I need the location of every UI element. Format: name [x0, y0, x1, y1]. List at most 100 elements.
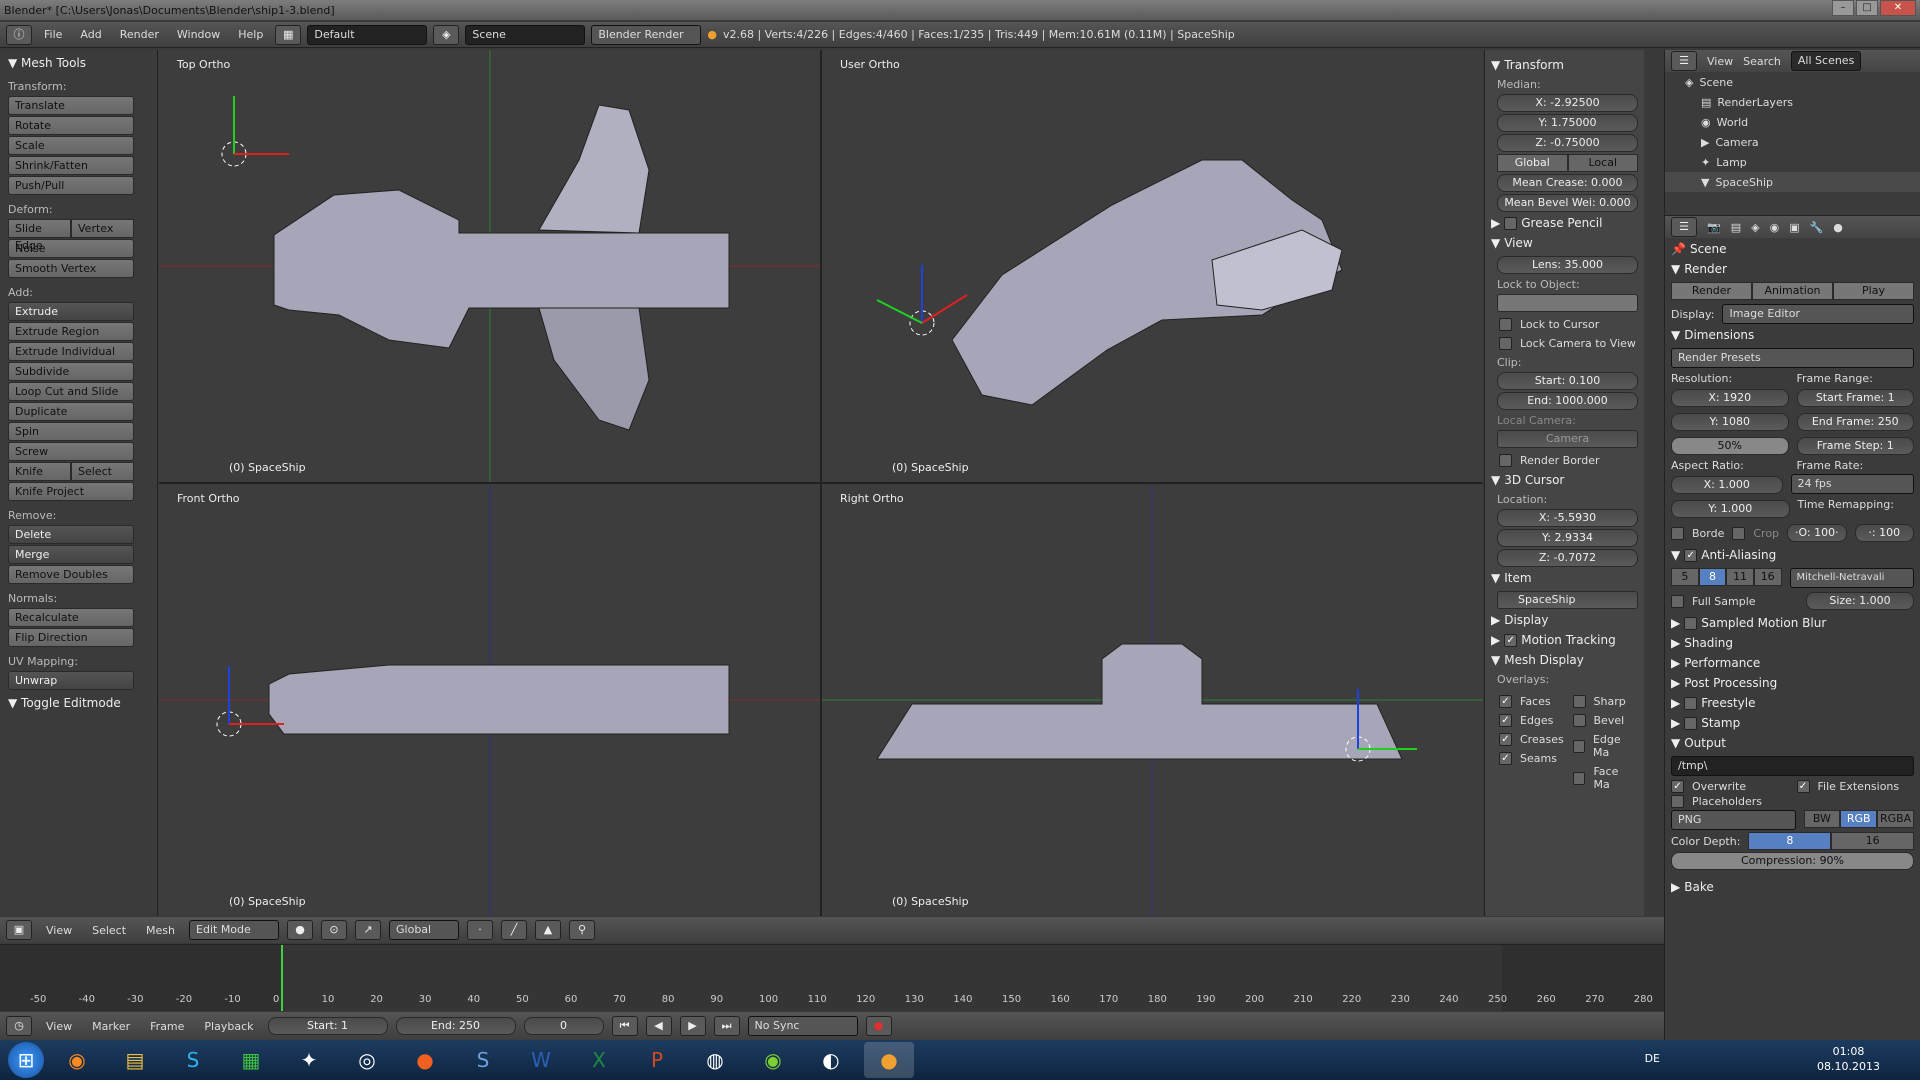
bake-header[interactable]: ▶ Bake [1671, 880, 1914, 894]
outliner-item-lamp[interactable]: ✦ Lamp [1665, 152, 1920, 172]
placeholders-checkbox[interactable] [1671, 795, 1684, 808]
game-icon[interactable]: ✦ [284, 1042, 334, 1078]
mean-crease-field[interactable]: Mean Crease: 0.000 [1497, 174, 1638, 192]
timeline-view-menu[interactable]: View [40, 1020, 78, 1033]
view3d-type-icon[interactable]: ▣ [6, 920, 32, 940]
clip-start-field[interactable]: Start: 0.100 [1497, 372, 1638, 390]
spin-button[interactable]: Spin [8, 422, 134, 441]
local-camera-field[interactable]: Camera [1497, 430, 1638, 448]
bevel-checkbox[interactable] [1572, 714, 1586, 727]
manipulator-icon[interactable]: ↗ [355, 920, 382, 940]
bw-toggle[interactable]: BW [1803, 810, 1841, 828]
minimize-icon[interactable]: – [1832, 0, 1854, 16]
toggle-editmode-panel[interactable]: ▼ Toggle Editmode [8, 696, 153, 710]
view-menu[interactable]: View [40, 924, 78, 937]
end-frame-field[interactable]: End Frame: 250 [1796, 413, 1914, 431]
lens-field[interactable]: Lens: 35.000 [1497, 256, 1638, 274]
3d-cursor-header[interactable]: ▼ 3D Cursor [1491, 473, 1638, 487]
output-header[interactable]: ▼ Output [1671, 736, 1914, 750]
material-tab-icon[interactable]: ● [1833, 221, 1843, 234]
frame-menu[interactable]: Frame [144, 1020, 190, 1033]
dimensions-panel-header[interactable]: ▼ Dimensions [1671, 328, 1914, 342]
motion-tracking-checkbox[interactable]: ✓ [1504, 633, 1518, 647]
transform-panel-header[interactable]: ▼ Transform [1491, 58, 1638, 72]
scene-tab-icon[interactable]: ◈ [1751, 221, 1759, 234]
cursor-x-field[interactable]: X: -5.5930 [1497, 509, 1638, 527]
maximize-icon[interactable]: □ [1856, 0, 1878, 16]
lock-object-field[interactable] [1497, 294, 1638, 312]
mesh-tools-header[interactable]: ▼ Mesh Tools [8, 56, 153, 70]
frame-rate-select[interactable]: 24 fps [1790, 474, 1914, 494]
edge-select-icon[interactable]: ╱ [501, 920, 528, 940]
noise-button[interactable]: Noise [8, 239, 134, 258]
extrude-individual-button[interactable]: Extrude Individual [8, 342, 134, 361]
word-icon[interactable]: W [516, 1042, 566, 1078]
median-x-field[interactable]: X: -2.92500 [1497, 94, 1638, 112]
render-tab-icon[interactable]: 📷 [1707, 221, 1721, 234]
mean-bevel-field[interactable]: Mean Bevel Wei: 0.000 [1497, 194, 1638, 212]
motion-blur-checkbox[interactable] [1684, 616, 1698, 630]
close-icon[interactable]: ✕ [1880, 0, 1916, 16]
end-frame-field[interactable]: End: 250 [395, 1017, 516, 1035]
resolution-percent-slider[interactable]: 50% [1671, 437, 1789, 455]
output-path-field[interactable]: /tmp\ [1671, 756, 1914, 776]
post-processing-header[interactable]: ▶ Post Processing [1671, 676, 1914, 690]
recalculate-button[interactable]: Recalculate [8, 608, 134, 627]
aa-8-toggle[interactable]: 8 [1698, 568, 1727, 586]
browser-icon[interactable]: ◍ [690, 1042, 740, 1078]
extrude-dropdown[interactable]: Extrude [8, 302, 134, 321]
menu-add[interactable]: Add [74, 28, 107, 41]
extrude-region-button[interactable]: Extrude Region [8, 322, 134, 341]
item-header[interactable]: ▼ Item [1491, 571, 1638, 585]
lock-cursor-checkbox[interactable] [1499, 318, 1512, 331]
shading-header[interactable]: ▶ Shading [1671, 636, 1914, 650]
timeline-type-icon[interactable]: ◷ [6, 1016, 32, 1036]
sync-select[interactable]: No Sync [747, 1016, 858, 1036]
frame-step-field[interactable]: Frame Step: 1 [1796, 437, 1914, 455]
pivot-icon[interactable]: ⊙ [321, 920, 348, 940]
pin-icon[interactable]: 📌 [1671, 242, 1686, 256]
shrink-fatten-button[interactable]: Shrink/Fatten [8, 156, 134, 175]
display-select[interactable]: Image Editor [1722, 304, 1914, 324]
outliner-type-icon[interactable]: ☰ [1671, 51, 1697, 71]
depth-8-toggle[interactable]: 8 [1748, 832, 1832, 850]
aspect-x-field[interactable]: X: 1.000 [1671, 476, 1783, 494]
blender-taskbar-icon[interactable]: ● [864, 1042, 914, 1078]
anti-aliasing-checkbox[interactable]: ✓ [1684, 548, 1698, 562]
app-s-icon[interactable]: S [458, 1042, 508, 1078]
origin-icon[interactable]: ● [400, 1042, 450, 1078]
global-toggle[interactable]: Global [1497, 154, 1568, 172]
render-border-checkbox[interactable] [1499, 454, 1512, 467]
compression-slider[interactable]: Compression: 90% [1671, 852, 1914, 870]
animation-button[interactable]: Animation [1752, 282, 1833, 300]
local-toggle[interactable]: Local [1567, 154, 1638, 172]
scene-field[interactable]: Scene [465, 24, 586, 45]
excel-icon[interactable]: X [574, 1042, 624, 1078]
screen-layout-icon[interactable]: ▦ [275, 24, 302, 45]
clip-end-field[interactable]: End: 1000.000 [1497, 392, 1638, 410]
explorer-icon[interactable]: ▤ [110, 1042, 160, 1078]
outliner-item-scene[interactable]: ◈ Scene [1665, 72, 1920, 92]
marker-menu[interactable]: Marker [86, 1020, 136, 1033]
screen-layout-field[interactable]: Default [307, 24, 428, 45]
remap-new-field[interactable]: ·: 100 [1854, 524, 1915, 542]
unwrap-dropdown[interactable]: Unwrap [8, 671, 134, 690]
jump-end-icon[interactable]: ⏭ [713, 1016, 740, 1036]
firefox-icon[interactable]: ◉ [52, 1042, 102, 1078]
menu-render[interactable]: Render [114, 28, 165, 41]
scene-icon[interactable]: ◈ [433, 24, 460, 45]
duplicate-button[interactable]: Duplicate [8, 402, 134, 421]
outliner-item-spaceship[interactable]: ▼ SpaceShip [1665, 172, 1920, 192]
play-button[interactable]: Play [1833, 282, 1914, 300]
project-icon[interactable]: ▦ [226, 1042, 276, 1078]
skype-icon[interactable]: S [168, 1042, 218, 1078]
border-checkbox[interactable] [1671, 526, 1684, 540]
stamp-checkbox[interactable] [1684, 716, 1698, 730]
render-engine-select[interactable]: Blender Render [591, 24, 702, 45]
lock-camera-checkbox[interactable] [1499, 337, 1512, 350]
steam-icon[interactable]: ◎ [342, 1042, 392, 1078]
system-clock[interactable]: 01:08 08.10.2013 [1817, 1044, 1880, 1074]
slide-edge-button[interactable]: Slide Edge [8, 219, 71, 252]
face-marks-checkbox[interactable] [1572, 771, 1586, 785]
display-header[interactable]: ▶ Display [1491, 613, 1638, 627]
